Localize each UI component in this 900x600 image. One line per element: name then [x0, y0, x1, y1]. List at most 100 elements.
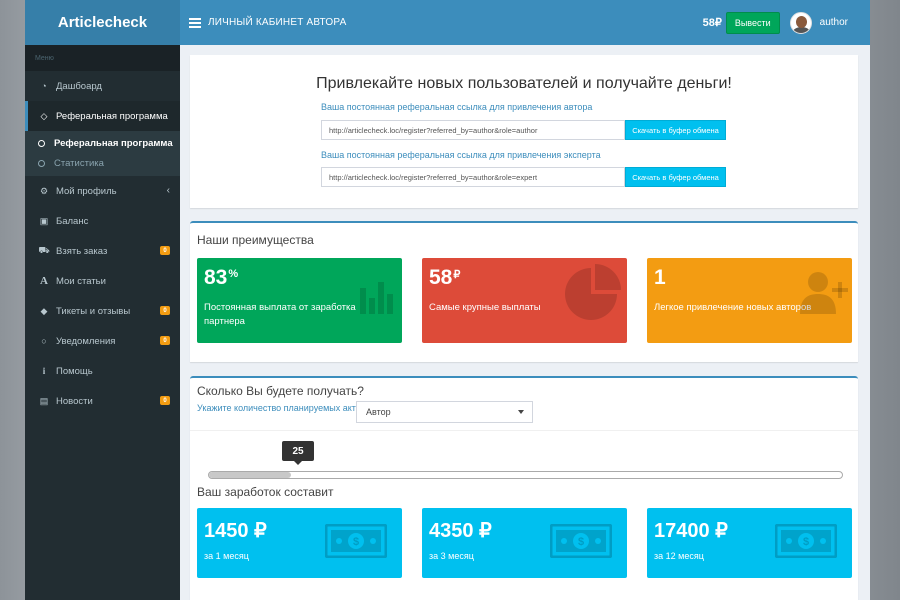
referral-heading: Привлекайте новых пользователей и получа…	[316, 75, 732, 92]
copy-author-link-button[interactable]: Скачать в буфер обмена	[625, 120, 726, 140]
sidebar-item-balance[interactable]: ▣ Баланс	[25, 206, 180, 236]
earnings-tile-1-month: 1450 ₽ за 1 месяц $	[197, 508, 402, 578]
earnings-calculator-box: Сколько Вы будете получать? Укажите коли…	[190, 376, 858, 600]
cart-icon: ⛟	[38, 245, 50, 255]
notification-badge: 0	[160, 306, 170, 315]
circle-icon	[38, 139, 45, 147]
circle-icon	[38, 159, 45, 167]
sidebar-item-notifications[interactable]: ○ Уведомления 0	[25, 326, 180, 356]
sidebar-menu-header: Меню	[25, 45, 180, 71]
svg-text:$: $	[578, 536, 584, 548]
sidebar: Меню ◔ Дашбоард ◇ Реферальная программа …	[25, 45, 180, 600]
bar-chart-icon	[360, 282, 393, 314]
notification-badge: 0	[160, 246, 170, 255]
chevron-left-icon: ‹	[166, 185, 170, 196]
money-bill-icon: $	[775, 524, 837, 558]
earnings-period: за 1 месяц	[204, 551, 249, 561]
comment-icon: ○	[41, 336, 47, 346]
expert-link-label: Ваша постоянная реферальная ссылка для п…	[321, 150, 601, 160]
tile-value: 83%	[204, 266, 239, 289]
withdraw-button[interactable]: Вывести	[725, 11, 780, 34]
author-link-label: Ваша постоянная реферальная ссылка для п…	[321, 102, 593, 112]
user-plus-icon	[800, 272, 848, 314]
advantage-tile-payments: 58₽ Самые крупные выплаты	[422, 258, 627, 343]
app-logo[interactable]: Articlecheck	[25, 0, 180, 45]
calculator-subtitle: Укажите количество планируемых активных	[197, 403, 382, 413]
sidebar-item-label: Новости	[56, 395, 93, 407]
sidebar-item-label: Помощь	[56, 365, 93, 377]
sidebar-item-label: Взять заказ	[56, 245, 108, 257]
svg-text:$: $	[353, 536, 359, 548]
balance-amount: 58₽	[702, 17, 722, 29]
pie-chart-icon	[565, 264, 621, 320]
count-slider[interactable]	[208, 471, 843, 479]
username[interactable]: author	[820, 17, 848, 28]
tile-description: Постоянная выплата от заработка партнера	[204, 302, 356, 327]
gears-icon: ⚙	[39, 185, 49, 196]
sidebar-subitem-referral[interactable]: Реферальная программа	[25, 133, 180, 153]
author-link-row: Скачать в буфер обмена	[321, 120, 726, 140]
advantage-tile-payout: 83% Постоянная выплата от заработка парт…	[197, 258, 402, 343]
info-icon: i	[42, 366, 46, 376]
sidebar-subitem-statistics[interactable]: Статистика	[25, 153, 180, 173]
notification-badge: 0	[160, 396, 170, 405]
sidebar-item-label: Баланс	[56, 215, 89, 227]
main-content: Привлекайте новых пользователей и получа…	[180, 45, 870, 600]
earnings-tile-3-months: 4350 ₽ за 3 месяц $	[422, 508, 627, 578]
earnings-period: за 12 месяц	[654, 551, 704, 561]
top-navbar: ЛИЧНЫЙ КАБИНЕТ АВТОРА 58₽ Вывести author	[180, 0, 870, 45]
earnings-tile-12-months: 17400 ₽ за 12 месяц $	[647, 508, 852, 578]
calculator-title: Сколько Вы будете получать?	[197, 384, 364, 398]
caret-down-icon	[518, 410, 524, 414]
divider	[190, 430, 858, 431]
notification-badge: 0	[160, 336, 170, 345]
sidebar-item-help[interactable]: i Помощь	[25, 356, 180, 386]
user-avatar[interactable]	[789, 11, 812, 34]
sidebar-item-take-order[interactable]: ⛟ Взять заказ 0	[25, 236, 180, 266]
expert-referral-link-input[interactable]	[321, 167, 625, 187]
sidebar-item-tickets[interactable]: ◆ Тикеты и отзывы 0	[25, 296, 180, 326]
sidebar-submenu: Реферальная программа Статистика	[25, 131, 180, 176]
svg-text:$: $	[803, 536, 809, 548]
author-referral-link-input[interactable]	[321, 120, 625, 140]
advantages-title: Наши преимущества	[197, 233, 314, 247]
sidebar-item-profile[interactable]: ⚙ Мой профиль ‹	[25, 176, 180, 206]
sidebar-item-referral[interactable]: ◇ Реферальная программа	[25, 101, 180, 131]
advantages-box: Наши преимущества 83% Постоянная выплата…	[190, 221, 858, 362]
sidebar-item-label: Мой профиль	[56, 185, 117, 197]
sidebar-item-news[interactable]: ▤ Новости 0	[25, 386, 180, 416]
money-icon: ▣	[39, 215, 49, 226]
sidebar-item-label: Дашбоард	[56, 80, 102, 92]
role-select-value: Автор	[366, 407, 391, 417]
expert-link-row: Скачать в буфер обмена	[321, 167, 726, 187]
role-select[interactable]: Автор	[356, 401, 533, 423]
dashboard-icon: ◔	[41, 81, 47, 91]
sidebar-item-label: Уведомления	[56, 335, 116, 347]
advantage-tile-attraction: 1 Легкое привлечение новых авторов	[647, 258, 852, 343]
earnings-period: за 3 месяц	[429, 551, 474, 561]
tile-description: Легкое привлечение новых авторов	[654, 302, 812, 313]
sidebar-item-label: Тикеты и отзывы	[56, 305, 131, 317]
page-title: ЛИЧНЫЙ КАБИНЕТ АВТОРА	[208, 17, 347, 28]
copy-expert-link-button[interactable]: Скачать в буфер обмена	[625, 167, 726, 187]
earnings-value: 17400 ₽	[654, 520, 728, 542]
tile-value: 1	[654, 266, 666, 289]
earnings-value: 4350 ₽	[429, 520, 492, 542]
app-window: Articlecheck ЛИЧНЫЙ КАБИНЕТ АВТОРА 58₽ В…	[25, 0, 870, 600]
earnings-value: 1450 ₽	[204, 520, 267, 542]
sidebar-item-label: Мои статьи	[56, 275, 106, 287]
diamond-icon: ◇	[40, 110, 48, 121]
money-bill-icon: $	[325, 524, 387, 558]
tile-value: 58₽	[429, 266, 461, 289]
font-icon: A	[40, 275, 48, 287]
sidebar-item-dashboard[interactable]: ◔ Дашбоард	[25, 71, 180, 101]
sidebar-item-label: Реферальная программа	[56, 110, 168, 122]
referral-box: Привлекайте новых пользователей и получа…	[190, 55, 858, 208]
slider-fill	[209, 472, 292, 478]
hamburger-menu-icon[interactable]	[189, 17, 201, 28]
sidebar-item-my-articles[interactable]: A Мои статьи	[25, 266, 180, 296]
slider-value-tooltip: 25	[282, 441, 314, 465]
tag-icon: ◆	[40, 305, 48, 316]
sidebar-subitem-label: Реферальная программа	[54, 137, 173, 149]
earnings-title: Ваш заработок составит	[197, 485, 334, 499]
